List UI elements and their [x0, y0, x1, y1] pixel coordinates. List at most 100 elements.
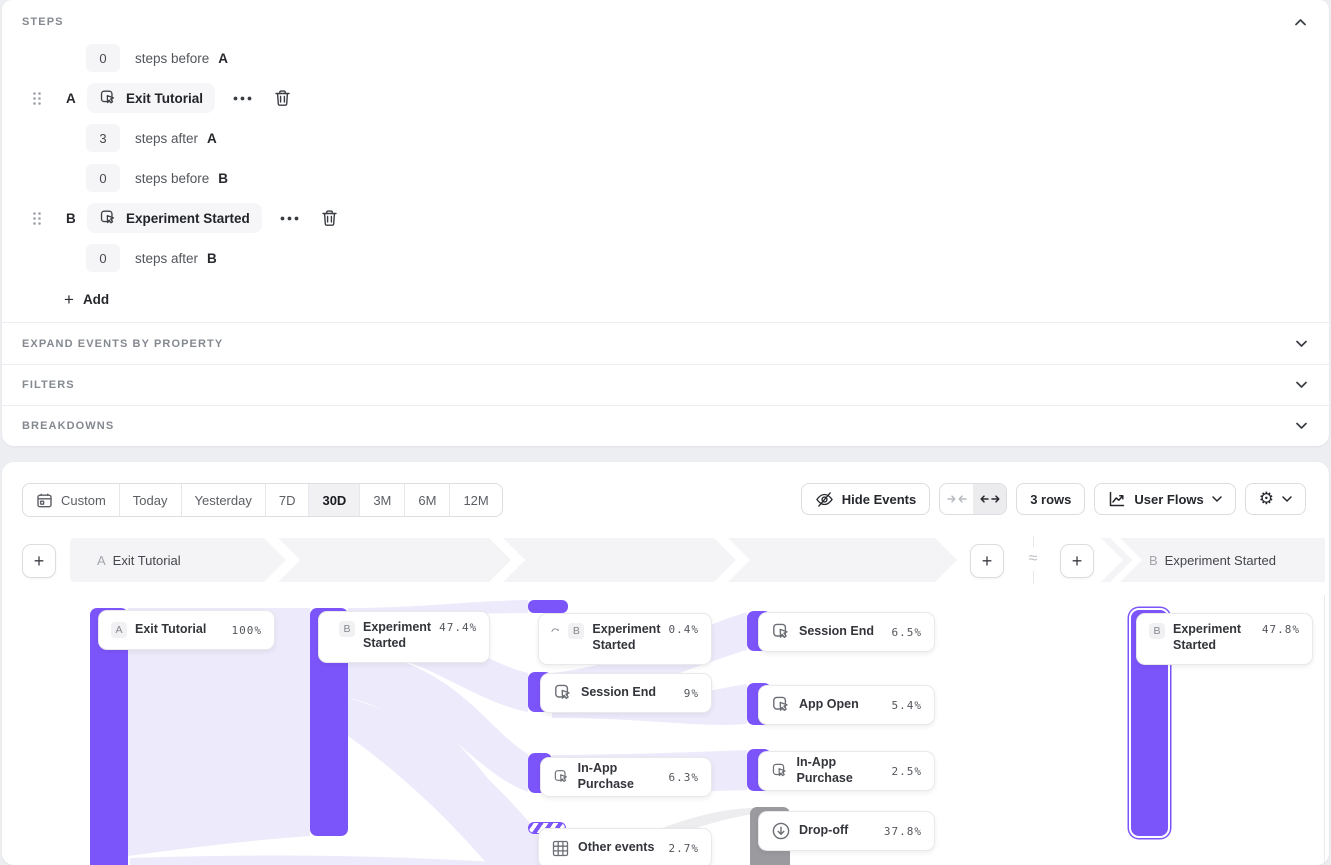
add-column-left-button[interactable]: +	[22, 544, 56, 578]
flow-node-experiment-started-478[interactable]: B Experiment Started 47.8%	[1136, 613, 1313, 665]
drag-handle-icon[interactable]	[32, 211, 42, 226]
flow-node-exit-tutorial[interactable]: A Exit Tutorial 100%	[98, 610, 275, 650]
date-range-label: 12M	[463, 493, 488, 508]
flow-node-pct: 47.4%	[439, 621, 477, 634]
date-range-label: 6M	[418, 493, 436, 508]
hide-events-button[interactable]: Hide Events	[801, 483, 930, 515]
flow-break-approx-symbol: ≈	[1022, 547, 1044, 571]
flow-node-name: Experiment Started	[363, 620, 431, 651]
step-letter-badge: B	[1149, 623, 1165, 639]
event-icon	[553, 683, 573, 703]
date-range-label: 7D	[279, 493, 296, 508]
flow-node-session-end-65[interactable]: Session End 6.5%	[758, 612, 935, 652]
collapse-columns-button[interactable]	[940, 484, 973, 514]
chart-toolbar-right: Hide Events 3 rows User Flows ⚙	[801, 483, 1306, 515]
steps-after-label: steps after	[135, 131, 198, 146]
add-step-button[interactable]: + Add	[64, 291, 109, 308]
arrows-outward-icon	[980, 494, 1000, 504]
flow-node-experiment-started-474[interactable]: B Experiment Started 47.4%	[318, 611, 490, 663]
settings-dropdown[interactable]: ⚙	[1245, 483, 1306, 515]
drag-handle-icon[interactable]	[32, 91, 42, 106]
flow-node-name: In-App Purchase	[797, 755, 884, 786]
plus-icon: +	[64, 291, 74, 308]
filters-section-header[interactable]: FILTERS	[2, 364, 1329, 405]
date-range-12m[interactable]: 12M	[449, 484, 501, 516]
steps-collapse-chevron-up-icon[interactable]	[1293, 15, 1307, 29]
date-range-yesterday[interactable]: Yesterday	[181, 484, 265, 516]
breakdowns-label: BREAKDOWNS	[22, 420, 114, 432]
rows-count-label: 3 rows	[1030, 492, 1071, 507]
flow-node-name: Drop-off	[799, 823, 848, 839]
grid-icon	[551, 839, 570, 858]
step-a-delete-icon[interactable]	[274, 89, 291, 107]
flow-node-pct: 9%	[684, 687, 699, 700]
expand-events-section-header[interactable]: EXPAND EVENTS BY PROPERTY	[2, 323, 1329, 364]
date-range-7d[interactable]: 7D	[265, 484, 309, 516]
date-range-6m[interactable]: 6M	[404, 484, 449, 516]
add-column-before-b-button[interactable]: +	[1060, 544, 1094, 578]
flow-node-other-events[interactable]: Other events 2.7%	[538, 828, 712, 865]
flow-node-pct: 37.8%	[884, 825, 922, 838]
steps-after-b-count-input[interactable]: 0	[86, 244, 120, 272]
step-ref-a: A	[207, 131, 217, 146]
breakdowns-section-header[interactable]: BREAKDOWNS	[2, 405, 1329, 446]
event-icon	[99, 209, 117, 227]
flow-node-session-end-9[interactable]: Session End 9%	[540, 673, 712, 713]
filters-chevron-down-icon[interactable]	[1296, 381, 1307, 388]
date-range-custom[interactable]: Custom	[23, 484, 119, 516]
step-ref-a: A	[218, 51, 228, 66]
flow-node-in-app-purchase-25[interactable]: In-App Purchase 2.5%	[758, 751, 935, 791]
event-icon	[99, 89, 117, 107]
add-column-after-a-button[interactable]: +	[970, 544, 1004, 578]
flow-column-band-b[interactable]	[1101, 538, 1325, 582]
date-range-today[interactable]: Today	[119, 484, 181, 516]
flow-node-in-app-purchase-63[interactable]: In-App Purchase 6.3%	[540, 757, 712, 797]
step-a-row: A Exit Tutorial	[2, 83, 1329, 113]
steps-before-a-count-input[interactable]: 0	[86, 44, 120, 72]
step-a-more-options-icon[interactable]	[233, 96, 252, 101]
query-builder-panel: STEPS 0 steps before A A Exit Tutorial 3…	[2, 0, 1329, 446]
steps-after-a-count-input[interactable]: 3	[86, 124, 120, 152]
flow-node-pct: 5.4%	[892, 699, 923, 712]
steps-before-b-row: 0 steps before B	[2, 164, 1329, 192]
flow-node-app-open[interactable]: App Open 5.4%	[758, 685, 935, 725]
flow-node-name: Session End	[799, 624, 874, 640]
flow-node-name: App Open	[799, 697, 859, 713]
view-type-label: User Flows	[1134, 492, 1203, 507]
date-range-30d-selected[interactable]: 30D	[308, 484, 359, 516]
steps-before-label: steps before	[135, 51, 209, 66]
flow-node-experiment-started-04[interactable]: B Experiment Started 0.4%	[538, 613, 712, 665]
date-range-3m[interactable]: 3M	[359, 484, 404, 516]
step-b-delete-icon[interactable]	[321, 209, 338, 227]
date-range-label: 30D	[322, 493, 346, 508]
add-step-label: Add	[83, 292, 109, 307]
step-b-event-picker[interactable]: Experiment Started	[87, 203, 262, 233]
step-a-event-picker[interactable]: Exit Tutorial	[87, 83, 215, 113]
continue-arrow-icon	[551, 623, 560, 635]
event-icon	[771, 622, 791, 642]
steps-before-b-count-input[interactable]: 0	[86, 164, 120, 192]
step-ref-b: B	[207, 251, 217, 266]
flow-node-pct: 6.5%	[892, 626, 923, 639]
rows-count-button[interactable]: 3 rows	[1016, 483, 1085, 515]
date-range-label: Today	[133, 493, 168, 508]
flow-node-drop-off[interactable]: Drop-off 37.8%	[758, 811, 935, 851]
expand-events-chevron-down-icon[interactable]	[1296, 340, 1307, 347]
gear-icon: ⚙	[1259, 491, 1274, 508]
filters-label: FILTERS	[22, 379, 75, 391]
chevron-down-icon	[1212, 496, 1222, 502]
flows-report-panel: Custom Today Yesterday 7D 30D 3M 6M 12M …	[2, 462, 1329, 865]
steps-before-a-row: 0 steps before A	[2, 44, 1329, 72]
flow-node-pct: 2.5%	[892, 765, 923, 778]
flow-column-band-a[interactable]	[70, 538, 960, 582]
flow-bar-experiment-started-04[interactable]	[528, 600, 568, 613]
collapse-expand-control	[939, 483, 1007, 515]
flow-node-pct: 47.8%	[1262, 623, 1300, 636]
expand-columns-button[interactable]	[973, 484, 1006, 514]
breakdowns-chevron-down-icon[interactable]	[1296, 422, 1307, 429]
step-letter-badge: B	[568, 623, 584, 639]
step-b-more-options-icon[interactable]	[280, 216, 299, 221]
view-type-dropdown[interactable]: User Flows	[1094, 483, 1235, 515]
steps-after-label: steps after	[135, 251, 198, 266]
flow-node-name: Session End	[581, 685, 656, 701]
